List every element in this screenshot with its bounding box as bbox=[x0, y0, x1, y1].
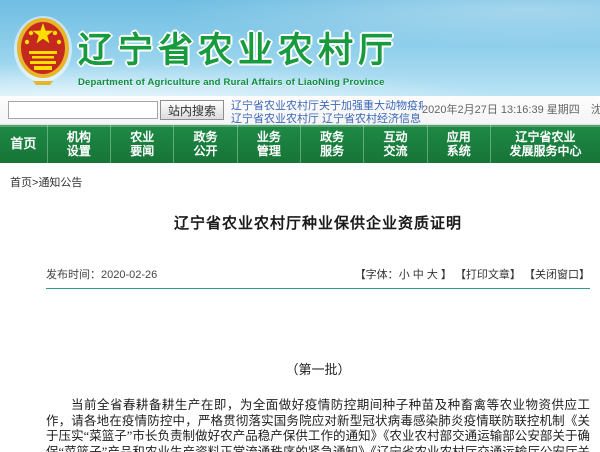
article-paragraph: 当前全省春耕备耕生产在即，为全面做好疫情防控期间种子种苗及种畜禽等农业物资供应工… bbox=[46, 398, 590, 452]
site-search-button[interactable]: 站内搜索 bbox=[160, 100, 224, 120]
national-emblem-icon bbox=[13, 11, 73, 87]
nav-label: 农业 bbox=[130, 130, 154, 144]
nav-label: 设置 bbox=[67, 144, 91, 158]
nav-label: 业务 bbox=[257, 130, 281, 144]
publish-time-value: 2020-02-26 bbox=[101, 269, 157, 281]
nav-item-gov-services[interactable]: 政务 服务 bbox=[300, 125, 363, 163]
nav-label: 首页 bbox=[10, 137, 36, 151]
article: 辽宁省农业农村厅种业保供企业资质证明 发布时间：2020-02-26 【字体：小… bbox=[0, 212, 600, 452]
batch-heading: （第一批） bbox=[46, 359, 590, 378]
font-size-medium-button[interactable]: 中 bbox=[413, 269, 424, 281]
close-window-button[interactable]: 【关闭窗口】 bbox=[524, 269, 590, 281]
font-size-large-button[interactable]: 大 bbox=[427, 269, 438, 281]
article-title: 辽宁省农业农村厅种业保供企业资质证明 bbox=[46, 212, 590, 233]
nav-label: 系统 bbox=[447, 144, 471, 158]
nav-item-app-systems[interactable]: 应用 系统 bbox=[427, 125, 490, 163]
site-brand: 辽宁省农业农村厅 Department of Agriculture and R… bbox=[78, 22, 398, 88]
publish-time-label: 发布时间： bbox=[46, 269, 101, 281]
font-size-prefix: 【字体： bbox=[355, 269, 399, 281]
nav-label: 交流 bbox=[383, 144, 407, 158]
ticker-link[interactable]: 辽宁省农业农村厅 辽宁省农村经济信息 辽宁省农业信息网 bbox=[231, 113, 423, 125]
nav-label: 政务 bbox=[320, 130, 344, 144]
datetime-text: 2020年2月27日 13:16:39 星期四 bbox=[422, 104, 580, 116]
site-subtitle-en: Department of Agriculture and Rural Affa… bbox=[78, 77, 398, 88]
nav-label: 互动 bbox=[383, 130, 407, 144]
article-meta-row: 发布时间：2020-02-26 【字体：小 中 大 】 【打印文章】 【关闭窗口… bbox=[46, 266, 590, 282]
nav-item-ag-news[interactable]: 农业 要闻 bbox=[110, 125, 173, 163]
ticker-link[interactable]: 辽宁省农业农村厅关于加强重大动物疫病监测防控工作… bbox=[231, 100, 423, 113]
nav-label: 机构 bbox=[67, 130, 91, 144]
top-utility-bar: 站内搜索 辽宁省农业农村厅关于加强重大动物疫病监测防控工作… 辽宁省农业农村厅 … bbox=[0, 96, 600, 125]
nav-label: 要闻 bbox=[130, 144, 154, 158]
header-banner: 辽宁省农业农村厅 Department of Agriculture and R… bbox=[0, 0, 600, 96]
main-nav: 首页 机构 设置 农业 要闻 政务 公开 业务 管理 政务 服务 互动 交流 应… bbox=[0, 125, 600, 163]
news-ticker: 辽宁省农业农村厅关于加强重大动物疫病监测防控工作… 辽宁省农业农村厅 辽宁省农村… bbox=[231, 100, 423, 125]
nav-item-home[interactable]: 首页 bbox=[0, 125, 47, 163]
article-toolbar: 【字体：小 中 大 】 【打印文章】 【关闭窗口】 bbox=[355, 266, 590, 282]
print-article-button[interactable]: 【打印文章】 bbox=[455, 269, 521, 281]
site-title: 辽宁省农业农村厅 bbox=[78, 22, 398, 73]
city-label: 沈阳 bbox=[591, 104, 600, 116]
nav-label: 服务 bbox=[320, 144, 344, 158]
nav-label: 发展服务中心 bbox=[509, 144, 581, 158]
nav-label: 公开 bbox=[194, 144, 218, 158]
page: 辽宁省农业农村厅 Department of Agriculture and R… bbox=[0, 0, 600, 452]
nav-item-interaction[interactable]: 互动 交流 bbox=[363, 125, 426, 163]
nav-item-gov-disclosure[interactable]: 政务 公开 bbox=[173, 125, 236, 163]
font-size-small-button[interactable]: 小 bbox=[399, 269, 410, 281]
publish-time: 发布时间：2020-02-26 bbox=[46, 266, 157, 282]
nav-item-service-center[interactable]: 辽宁省农业 发展服务中心 bbox=[490, 125, 600, 163]
breadcrumb: 首页>通知公告 bbox=[0, 163, 600, 190]
nav-label: 辽宁省农业 bbox=[515, 130, 575, 144]
breadcrumb-home-link[interactable]: 首页 bbox=[10, 177, 32, 189]
nav-label: 应用 bbox=[447, 130, 471, 144]
breadcrumb-current: 通知公告 bbox=[38, 177, 82, 189]
search-input[interactable] bbox=[8, 101, 158, 119]
nav-item-org[interactable]: 机构 设置 bbox=[47, 125, 110, 163]
nav-label: 政务 bbox=[194, 130, 218, 144]
nav-item-business-mgmt[interactable]: 业务 管理 bbox=[237, 125, 300, 163]
meta-divider bbox=[46, 288, 590, 289]
font-size-suffix: 】 bbox=[438, 269, 452, 281]
nav-label: 管理 bbox=[257, 144, 281, 158]
datetime-weather: 2020年2月27日 13:16:39 星期四 沈阳 多云 bbox=[422, 96, 600, 125]
